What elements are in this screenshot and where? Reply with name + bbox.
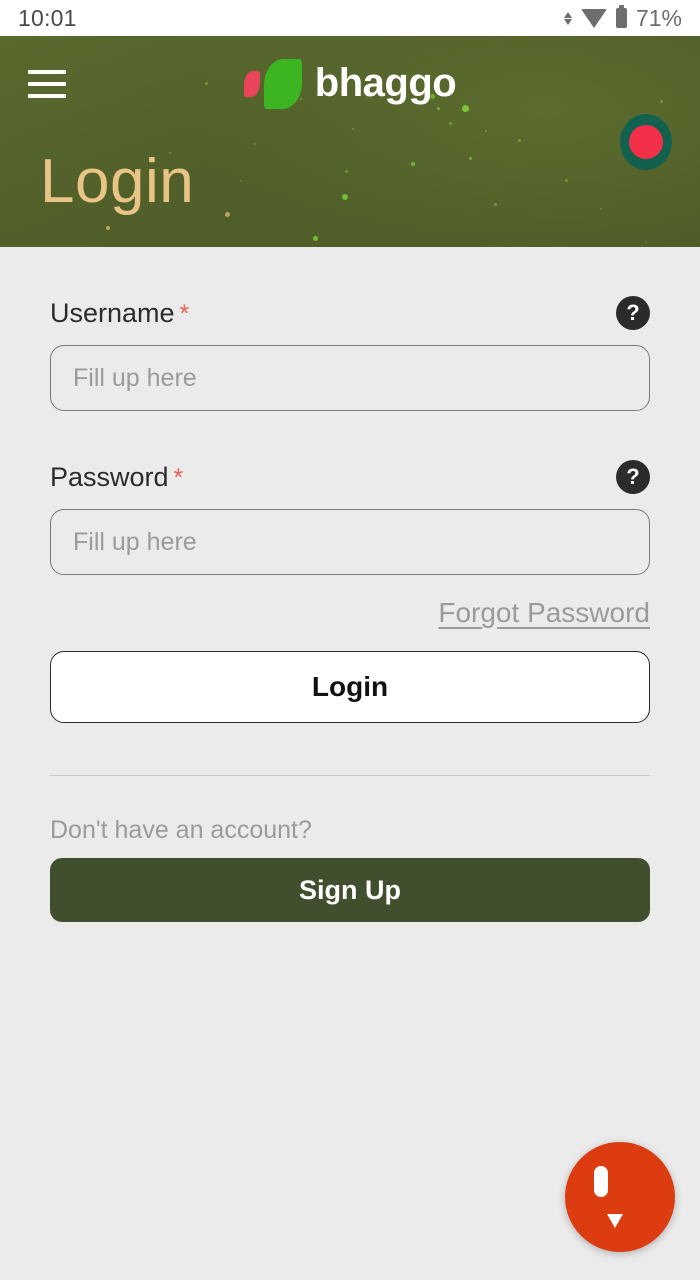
username-field-group: Username * ?	[50, 296, 650, 411]
wifi-icon	[580, 8, 607, 28]
login-button[interactable]: Login	[50, 651, 650, 723]
status-bar: 10:01 71%	[0, 0, 700, 36]
password-input[interactable]	[50, 509, 650, 575]
page-title: Login	[40, 147, 195, 216]
data-transfer-icon	[563, 11, 572, 25]
username-help-icon[interactable]: ?	[616, 296, 650, 330]
flag-red-dot	[629, 124, 663, 159]
chat-bubble-icon	[594, 1166, 646, 1228]
battery-icon	[615, 5, 627, 28]
chat-widget-button[interactable]	[565, 1142, 675, 1252]
password-field-group: Password * ?	[50, 460, 650, 575]
password-help-icon[interactable]: ?	[616, 460, 650, 494]
password-label-row: Password * ?	[50, 460, 650, 494]
username-label: Username *	[50, 297, 190, 328]
login-form: Username* ? Password* ? Forgot Password …	[0, 247, 700, 922]
required-asterisk: *	[173, 463, 184, 492]
bangladesh-flag-icon[interactable]	[620, 113, 672, 170]
app-screen: 10:01 71% bhaggo Login Username * ? Fill…	[0, 0, 700, 1280]
forgot-password-row: Forgot Password	[50, 597, 650, 629]
header-bar	[0, 36, 700, 131]
password-label: Password *	[50, 461, 184, 492]
app-header: bhaggo Login	[0, 36, 700, 247]
username-label-row: Username * ?	[50, 296, 650, 330]
section-divider	[50, 775, 650, 776]
status-bar-time: 10:01	[18, 4, 77, 31]
username-input[interactable]	[50, 345, 650, 411]
hamburger-menu-icon[interactable]	[28, 69, 66, 98]
required-asterisk: *	[179, 299, 190, 328]
battery-percent-label: 71%	[635, 4, 682, 31]
signup-button[interactable]: Sign Up	[50, 858, 650, 922]
forgot-password-link[interactable]: Forgot Password	[438, 597, 650, 629]
status-bar-icons: 71%	[563, 4, 682, 32]
no-account-text: Don't have an account?	[50, 816, 312, 844]
